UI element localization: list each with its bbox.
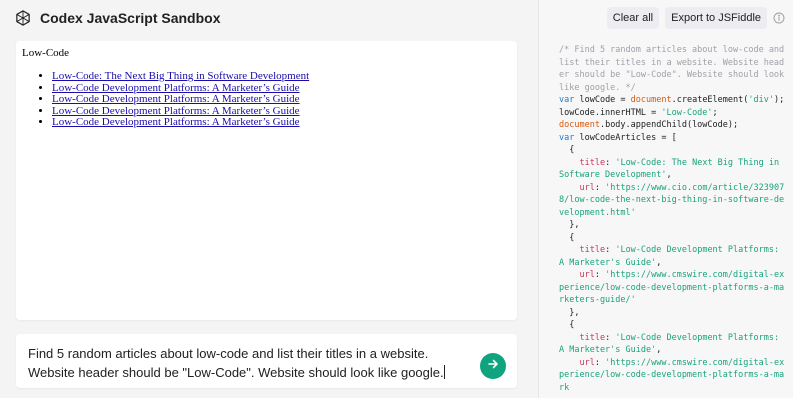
app-title: Codex JavaScript Sandbox — [40, 10, 221, 26]
code-token: : — [605, 245, 616, 255]
code-token: }, — [559, 220, 580, 230]
preview-heading: Low-Code — [22, 47, 70, 59]
preview-frame: Low-Code Low-Code: The Next Big Thing in… — [16, 41, 517, 320]
code-line: document.body.appendChild(lowCode); — [559, 119, 789, 132]
code-token: : — [594, 357, 606, 368]
app-header: Codex JavaScript Sandbox — [14, 8, 221, 28]
code-token: }, — [559, 307, 580, 318]
code-token: : — [605, 332, 616, 343]
code-editor[interactable]: /* Find 5 random articles about low-code… — [559, 44, 789, 394]
code-token: var — [559, 95, 575, 105]
code-token: ; — [712, 107, 718, 118]
openai-logo-icon — [14, 9, 32, 27]
prompt-input[interactable]: Find 5 random articles about low-code an… — [16, 334, 517, 388]
code-token: { — [559, 232, 575, 243]
code-token: : — [594, 182, 606, 193]
code-line: title: 'Low-Code Development Platforms: … — [559, 244, 789, 269]
code-token: url — [559, 357, 595, 368]
info-icon[interactable] — [773, 12, 785, 24]
article-link[interactable]: Low-Code Development Platforms: A Market… — [52, 93, 300, 105]
clear-all-button[interactable]: Clear all — [606, 7, 660, 29]
code-token: title — [559, 157, 606, 168]
code-token: url — [559, 270, 595, 280]
code-token: .createElement( — [671, 95, 749, 105]
code-line: { — [559, 232, 789, 245]
code-token: 'div' — [748, 95, 774, 105]
article-link[interactable]: Low-Code Development Platforms: A Market… — [52, 116, 300, 129]
code-token: ); — [773, 95, 785, 105]
code-line: }, — [559, 307, 789, 320]
text-cursor — [443, 365, 445, 379]
code-panel: Clear all Export to JSFiddle /* Find 5 r… — [538, 0, 793, 398]
code-token: lowCode.innerHTML = — [559, 107, 662, 118]
submit-button[interactable] — [480, 353, 506, 379]
code-line: url: 'https://www.cmswire.com/digital-ex… — [559, 269, 789, 307]
article-link[interactable]: Low-Code Development Platforms: A Market… — [52, 105, 300, 117]
code-token: , — [666, 170, 672, 180]
code-token: 'Low-Code' — [661, 107, 713, 118]
list-item: Low-Code Development Platforms: A Market… — [52, 117, 511, 129]
code-token: document — [630, 95, 672, 105]
code-line: url: 'https://www.cio.com/article/323907… — [559, 182, 789, 220]
code-token: /* Find 5 random articles about low-code… — [559, 45, 790, 93]
left-panel: Codex JavaScript Sandbox Low-Code Low-Co… — [0, 0, 538, 398]
code-token: title — [559, 332, 606, 343]
code-line: { — [559, 319, 789, 332]
code-token: , — [656, 257, 662, 268]
article-link[interactable]: Low-Code: The Next Big Thing in Software… — [52, 70, 309, 82]
arrow-right-icon — [487, 357, 499, 375]
code-token: url — [559, 182, 595, 193]
code-line: /* Find 5 random articles about low-code… — [559, 44, 789, 94]
code-token: lowCodeArticles = [ — [574, 132, 677, 143]
code-line: url: 'https://www.cmswire.com/digital-ex… — [559, 357, 789, 395]
code-line: var lowCode = document.createElement('di… — [559, 94, 789, 107]
article-list: Low-Code: The Next Big Thing in Software… — [22, 70, 511, 129]
toolbar: Clear all Export to JSFiddle — [606, 7, 785, 29]
code-token: document — [559, 120, 600, 130]
prompt-value: Find 5 random articles about low-code an… — [28, 346, 444, 380]
code-line: { — [559, 144, 789, 157]
code-token: : — [594, 270, 606, 280]
code-token: { — [559, 320, 575, 330]
code-token: { — [559, 145, 575, 155]
code-token: .body.appendChild(lowCode); — [599, 120, 739, 130]
code-token: lowCode = — [574, 95, 631, 105]
code-token: var — [559, 132, 575, 143]
article-link[interactable]: Low-Code Development Platforms: A Market… — [52, 82, 300, 94]
code-token: title — [559, 245, 606, 255]
code-line: lowCode.innerHTML = 'Low-Code'; — [559, 107, 789, 120]
code-line: }, — [559, 219, 789, 232]
code-line: var lowCodeArticles = [ — [559, 132, 789, 145]
prompt-text[interactable]: Find 5 random articles about low-code an… — [28, 344, 458, 382]
code-line: title: 'Low-Code Development Platforms: … — [559, 332, 789, 357]
export-jsfiddle-button[interactable]: Export to JSFiddle — [665, 7, 767, 29]
code-token: : — [605, 157, 616, 168]
code-token: , — [656, 345, 662, 355]
code-line: title: 'Low-Code: The Next Big Thing in … — [559, 157, 789, 182]
